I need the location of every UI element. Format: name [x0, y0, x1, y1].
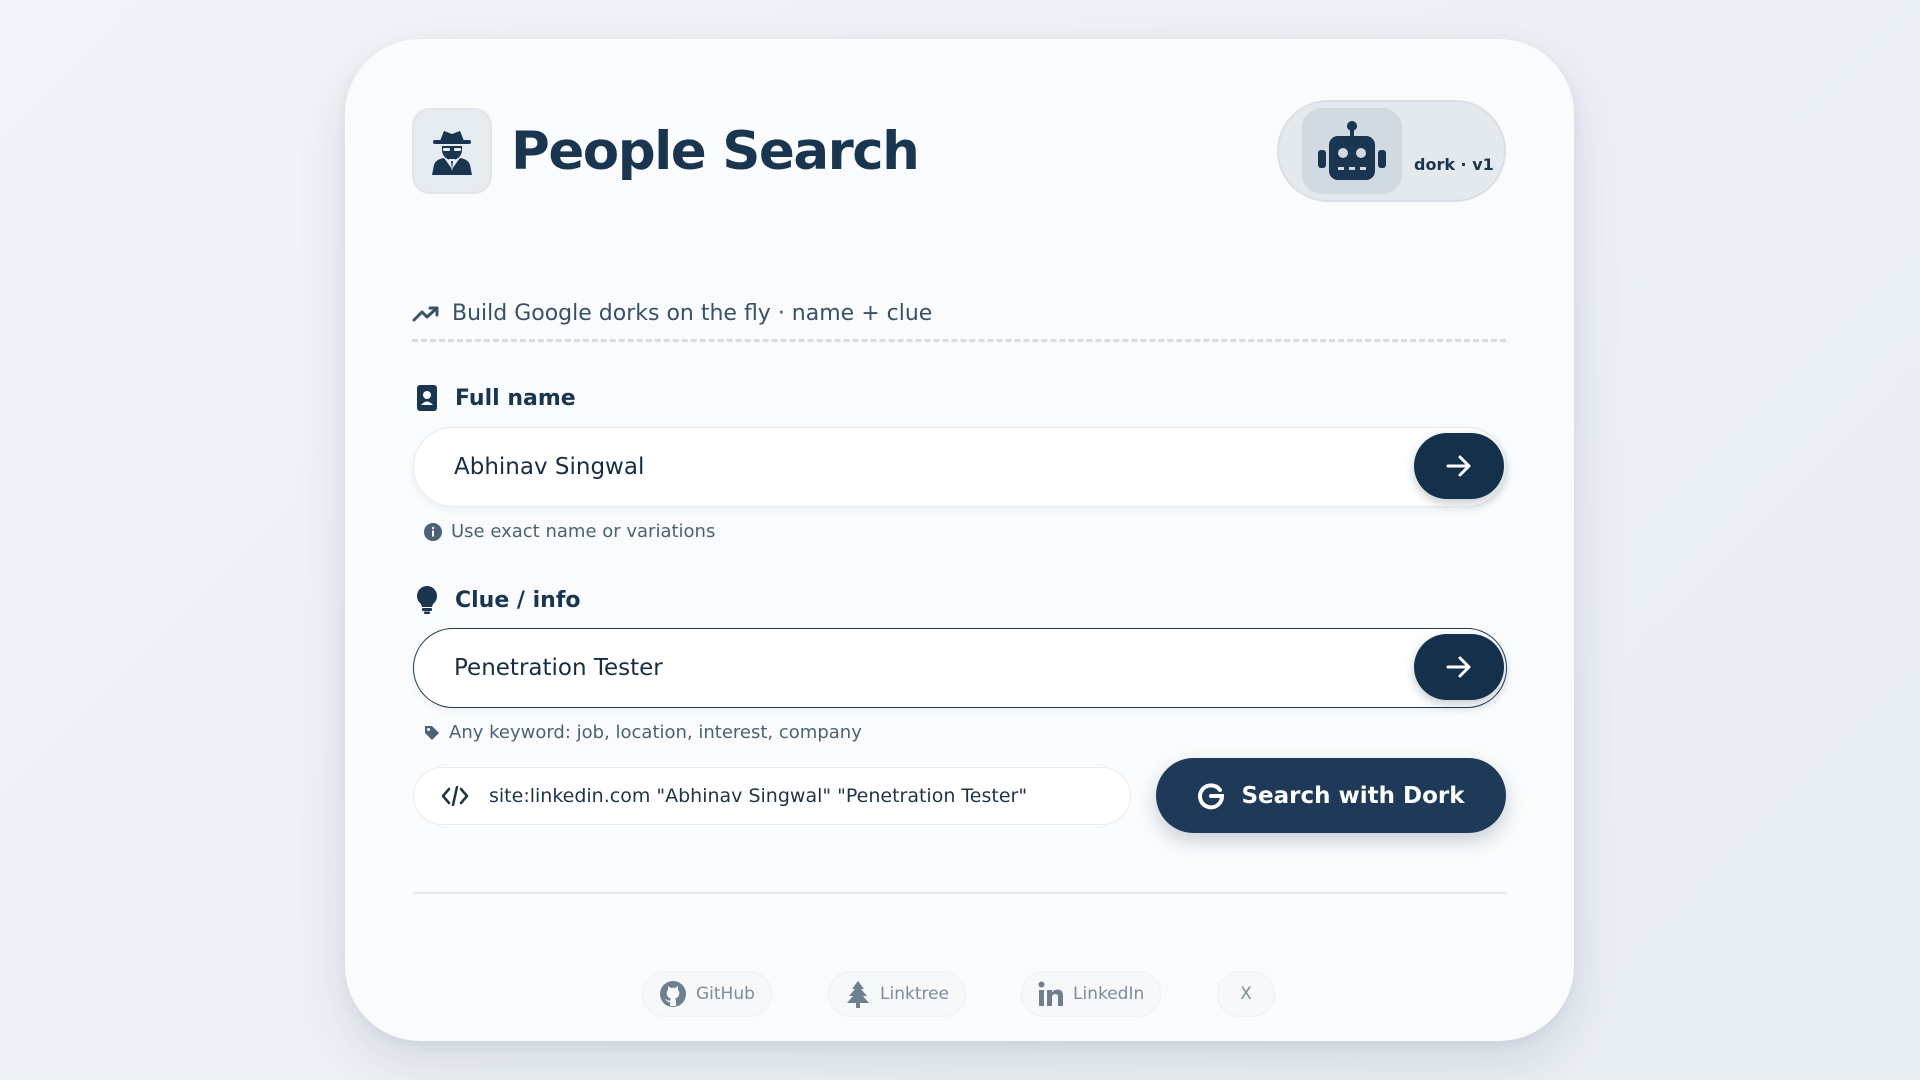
spy-logo — [412, 108, 492, 194]
code-icon — [441, 786, 469, 806]
name-submit-button[interactable] — [1414, 433, 1504, 499]
footer-link-label: Linktree — [880, 984, 950, 1004]
footer-link-label: LinkedIn — [1073, 984, 1145, 1004]
version-text: dork · v1 — [1414, 154, 1494, 174]
info-icon — [424, 522, 442, 541]
clue-hint-text: Any keyword: job, location, interest, co… — [449, 722, 862, 743]
spy-icon — [432, 131, 472, 175]
linkedin-icon — [1038, 981, 1063, 1006]
name-label-text: Full name — [455, 385, 576, 411]
contact-card-icon — [417, 385, 437, 411]
footer-link-github[interactable]: GitHub — [642, 971, 772, 1017]
arrow-right-icon — [1446, 656, 1471, 678]
footer-divider — [413, 892, 1507, 894]
github-icon — [660, 981, 686, 1007]
subtitle-row: Build Google dorks on the fly · name + c… — [412, 301, 1506, 342]
clue-field[interactable] — [413, 628, 1507, 708]
name-hint-text: Use exact name or variations — [451, 521, 716, 542]
clue-input[interactable] — [454, 629, 1334, 707]
dork-preview: site:linkedin.com "Abhinav Singwal" "Pen… — [413, 767, 1131, 825]
robot-badge — [1302, 108, 1402, 194]
version-badge: dork · v1 — [1277, 100, 1506, 202]
name-field[interactable] — [413, 427, 1507, 507]
clue-label-text: Clue / info — [455, 587, 581, 613]
page-title: People Search — [511, 120, 920, 182]
lightbulb-icon — [417, 586, 437, 614]
header: People Search — [412, 108, 920, 194]
subtitle: Build Google dorks on the fly · name + c… — [452, 301, 933, 326]
name-hint: Use exact name or variations — [424, 521, 715, 542]
clue-label: Clue / info — [417, 586, 581, 614]
footer-link-label: GitHub — [696, 984, 755, 1004]
footer-link-linkedin[interactable]: LinkedIn — [1021, 971, 1162, 1017]
arrow-right-icon — [1446, 455, 1471, 477]
robot-icon — [1318, 121, 1386, 180]
trending-up-icon — [412, 306, 439, 321]
clue-hint: Any keyword: job, location, interest, co… — [424, 722, 862, 743]
dork-preview-text: site:linkedin.com "Abhinav Singwal" "Pen… — [489, 785, 1028, 807]
clue-submit-button[interactable] — [1414, 634, 1504, 700]
name-input[interactable] — [454, 428, 1334, 506]
footer-link-label: X — [1240, 984, 1252, 1004]
tag-icon — [425, 725, 439, 740]
google-icon — [1198, 782, 1225, 809]
main-card: People Search dork · v1 Build Google dor — [345, 39, 1574, 1041]
footer-link-x[interactable]: X — [1217, 971, 1275, 1017]
name-label: Full name — [417, 385, 576, 411]
search-with-dork-button[interactable]: Search with Dork — [1156, 758, 1506, 833]
search-button-label: Search with Dork — [1241, 782, 1465, 809]
tree-icon — [847, 981, 869, 1008]
footer-link-linktree[interactable]: Linktree — [828, 971, 967, 1017]
